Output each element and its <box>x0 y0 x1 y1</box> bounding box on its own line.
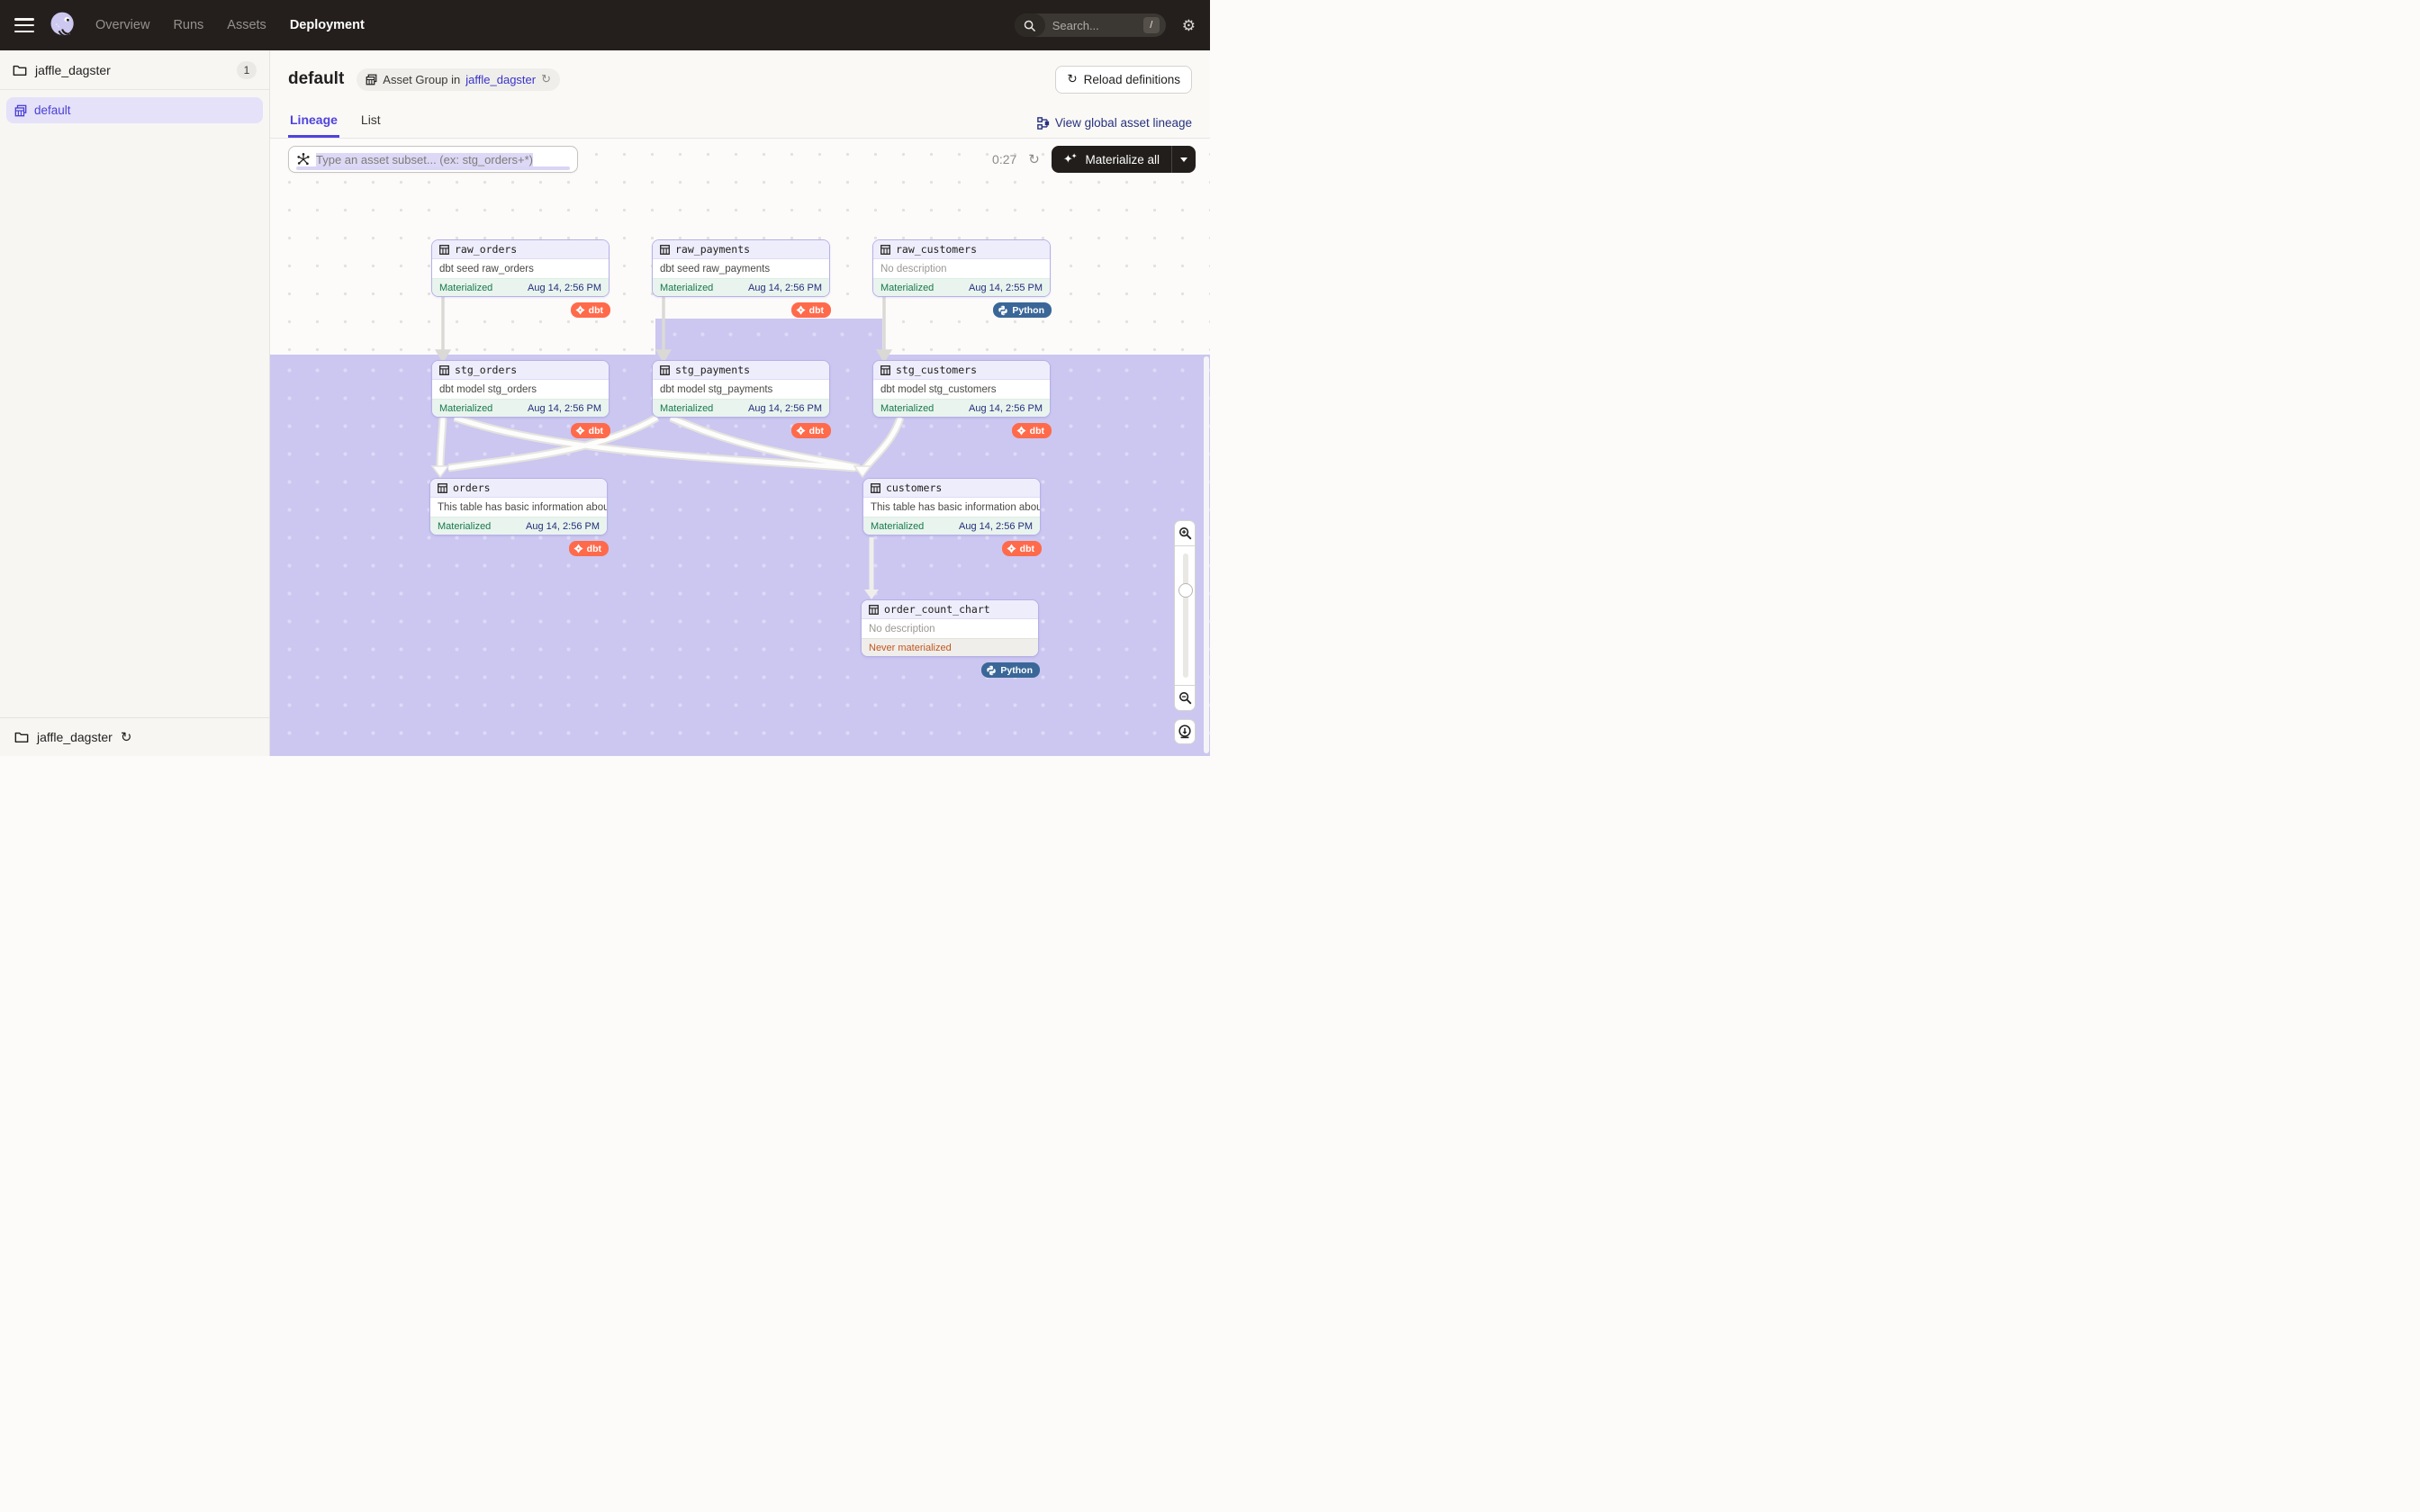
sparkle-icon: ✦✦ <box>1063 153 1079 165</box>
python-logo-icon <box>986 665 997 676</box>
search-shortcut-key: / <box>1143 17 1160 33</box>
asset-subset-placeholder: Type an asset subset... (ex: stg_orders+… <box>316 153 533 166</box>
dbt-logo-icon <box>796 305 806 315</box>
table-icon <box>660 245 670 255</box>
dbt-badge: dbt <box>1002 541 1042 556</box>
reload-definitions-button[interactable]: ↻ Reload definitions <box>1055 66 1192 94</box>
dbt-badge: dbt <box>571 423 610 438</box>
search-placeholder: Search... <box>1052 19 1099 32</box>
selection-region-upper <box>655 319 882 356</box>
asset-node-raw-customers[interactable]: raw_customers No description Materialize… <box>872 239 1051 297</box>
dbt-badge: dbt <box>569 541 609 556</box>
asset-node-customers[interactable]: customers This table has basic informati… <box>862 478 1041 536</box>
materialize-dropdown-button[interactable] <box>1172 146 1196 173</box>
asset-group-repo-link[interactable]: jaffle_dagster <box>465 73 536 86</box>
asset-node-raw-payments[interactable]: raw_payments dbt seed raw_payments Mater… <box>652 239 830 297</box>
table-icon <box>438 483 447 493</box>
table-icon <box>880 245 890 255</box>
dbt-logo-icon <box>575 426 585 436</box>
table-icon <box>869 605 879 615</box>
table-icon <box>871 483 880 493</box>
asset-graph-filter-icon <box>297 153 310 166</box>
asset-group-icon <box>366 74 377 86</box>
nav-item-assets[interactable]: Assets <box>227 18 266 32</box>
zoom-out-button[interactable] <box>1174 686 1196 711</box>
lineage-canvas[interactable]: Type an asset subset... (ex: stg_orders+… <box>270 139 1210 756</box>
sidebar-item-label: default <box>34 104 71 117</box>
dbt-badge: dbt <box>571 302 610 318</box>
search-input[interactable]: Search... / <box>1015 14 1166 37</box>
dbt-logo-icon <box>1007 544 1016 554</box>
repo-name: jaffle_dagster <box>35 63 111 77</box>
menu-icon[interactable] <box>14 18 34 32</box>
settings-gear-icon[interactable]: ⚙ <box>1182 18 1196 33</box>
asset-node-raw-orders[interactable]: raw_orders dbt seed raw_orders Materiali… <box>431 239 610 297</box>
python-badge: Python <box>981 662 1040 678</box>
sidebar-footer: jaffle_dagster ↻ <box>0 717 269 756</box>
dbt-badge: dbt <box>791 302 831 318</box>
dbt-logo-icon <box>1016 426 1026 436</box>
page-title: default <box>288 69 344 89</box>
dbt-logo-icon <box>573 544 583 554</box>
lineage-graph-icon <box>1037 117 1050 130</box>
zoom-slider[interactable] <box>1174 545 1196 686</box>
nav-item-deployment[interactable]: Deployment <box>290 18 365 32</box>
primary-nav: Overview Runs Assets Deployment <box>95 18 365 32</box>
folder-icon <box>13 64 27 76</box>
zoom-in-button[interactable] <box>1174 520 1196 545</box>
zoom-in-icon <box>1178 526 1192 540</box>
nav-item-runs[interactable]: Runs <box>173 18 203 32</box>
filter-highlight-bar <box>296 166 570 170</box>
folder-icon <box>14 731 29 743</box>
download-icon <box>1178 724 1192 739</box>
sidebar-repo-row[interactable]: jaffle_dagster 1 <box>0 50 269 90</box>
python-logo-icon <box>998 305 1008 316</box>
asset-node-stg-payments[interactable]: stg_payments dbt model stg_payments Mate… <box>652 360 830 418</box>
graph-toolbar: Type an asset subset... (ex: stg_orders+… <box>288 146 1196 173</box>
asset-subset-input[interactable]: Type an asset subset... (ex: stg_orders+… <box>288 146 578 173</box>
tab-lineage[interactable]: Lineage <box>288 107 339 138</box>
dbt-logo-icon <box>575 305 585 315</box>
asset-group-pill-text: Asset Group in <box>383 73 460 86</box>
dbt-badge: dbt <box>1012 423 1052 438</box>
materialize-all-button[interactable]: ✦✦ Materialize all <box>1052 146 1196 173</box>
table-icon <box>439 245 449 255</box>
view-global-asset-lineage-link[interactable]: View global asset lineage <box>1037 116 1192 130</box>
reload-repo-icon[interactable]: ↻ <box>121 731 132 744</box>
footer-repo-name: jaffle_dagster <box>37 730 113 744</box>
refresh-graph-icon[interactable]: ↻ <box>1028 153 1040 166</box>
reload-icon: ↻ <box>1067 72 1077 86</box>
asset-group-pill: Asset Group in jaffle_dagster ↻ <box>357 68 560 91</box>
tab-list[interactable]: List <box>359 107 383 138</box>
top-nav: Overview Runs Assets Deployment Search..… <box>0 0 1210 50</box>
table-icon <box>439 365 449 375</box>
download-graph-button[interactable] <box>1174 719 1196 744</box>
zoom-out-icon <box>1178 691 1192 705</box>
dbt-logo-icon <box>796 426 806 436</box>
asset-node-orders[interactable]: orders This table has basic information … <box>429 478 608 536</box>
refresh-timer: 0:27 <box>992 152 1016 166</box>
zoom-slider-thumb[interactable] <box>1178 583 1193 598</box>
search-icon <box>1015 14 1045 37</box>
dagster-logo-icon[interactable] <box>47 9 79 41</box>
asset-node-order-count-chart[interactable]: order_count_chart No description Never m… <box>861 599 1039 657</box>
nav-item-overview[interactable]: Overview <box>95 18 149 32</box>
repo-count-badge: 1 <box>237 61 257 79</box>
python-badge: Python <box>993 302 1052 318</box>
table-icon <box>660 365 670 375</box>
asset-node-stg-orders[interactable]: stg_orders dbt model stg_orders Material… <box>431 360 610 418</box>
table-icon <box>880 365 890 375</box>
chevron-down-icon <box>1180 158 1187 162</box>
sidebar-item-default-group[interactable]: default <box>6 97 263 123</box>
canvas-scrollbar[interactable] <box>1204 356 1209 753</box>
refresh-group-icon[interactable]: ↻ <box>541 72 551 86</box>
asset-node-stg-customers[interactable]: stg_customers dbt model stg_customers Ma… <box>872 360 1051 418</box>
sidebar: jaffle_dagster 1 default jaffle_dagster … <box>0 50 270 756</box>
tabs-bar: Lineage List View global asset lineage <box>270 108 1210 139</box>
page-header: default Asset Group in jaffle_dagster ↻ … <box>270 50 1210 108</box>
asset-group-icon <box>14 104 27 117</box>
zoom-controls <box>1174 520 1196 744</box>
dbt-badge: dbt <box>791 423 831 438</box>
zoom-slider-rail <box>1183 554 1188 678</box>
